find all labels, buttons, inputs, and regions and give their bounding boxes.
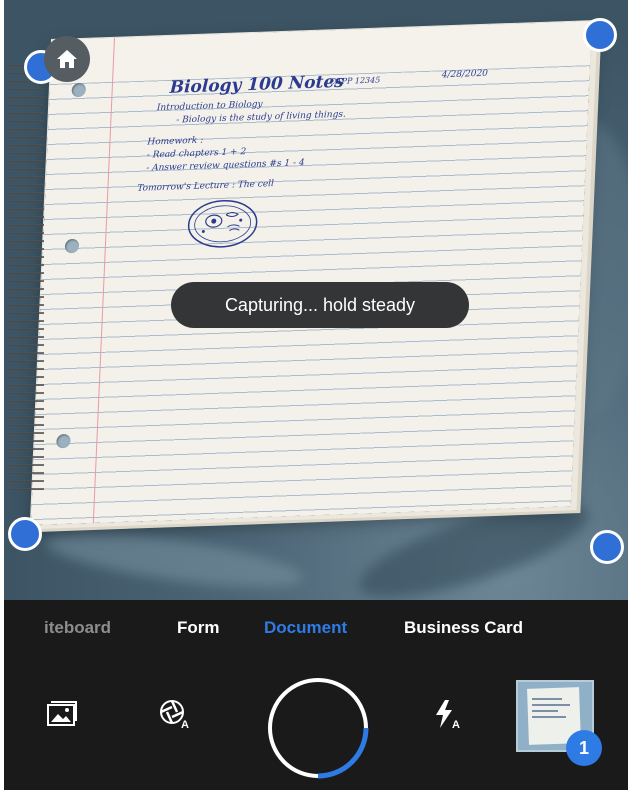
crop-handle-bottom-right[interactable]: [590, 530, 624, 564]
blanket-fold: [42, 522, 306, 598]
svg-text:A: A: [181, 719, 189, 730]
capture-mode-selector: iteboard Form Document Business Card: [4, 618, 628, 642]
note-line: Tomorrow's Lecture : The cell: [137, 179, 275, 194]
thumbnail-line: [532, 710, 558, 712]
capture-toast: Capturing... hold steady: [171, 282, 469, 328]
auto-capture-button[interactable]: A: [154, 696, 196, 732]
shutter-button[interactable]: [266, 676, 370, 780]
note-line: - Biology is the study of living things.: [176, 109, 347, 126]
svg-text:A: A: [452, 719, 460, 730]
shutter-progress-arc: [317, 727, 369, 779]
camera-controls: iteboard Form Document Business Card A A: [4, 600, 628, 790]
notebook-hole: [56, 433, 71, 449]
note-date: 4/28/2020: [441, 68, 489, 81]
home-button[interactable]: [44, 36, 90, 82]
notebook-page: Biology 100 Notes CAPP 12345 4/28/2020 I…: [30, 21, 592, 526]
flash-auto-icon: A: [436, 700, 460, 730]
image-gallery-icon: [47, 701, 77, 726]
thumbnail-line: [532, 716, 566, 718]
thumbnail-line: [532, 704, 570, 706]
note-line: - Read chapters 1 + 2: [146, 147, 247, 161]
note-course-code: CAPP 12345: [329, 75, 381, 87]
crop-handle-bottom-left[interactable]: [8, 517, 42, 551]
notebook-margin-line: [92, 37, 115, 524]
home-icon: [57, 50, 77, 68]
note-line: Introduction to Biology: [156, 99, 263, 114]
note-line: Homework :: [147, 135, 204, 148]
note-line: - Answer review questions #s 1 - 4: [145, 158, 305, 174]
mode-business-card[interactable]: Business Card: [404, 618, 523, 638]
auto-capture-icon: A: [160, 700, 189, 730]
shutter-ring: [268, 678, 369, 779]
notebook-spiral: [10, 60, 44, 490]
gallery-button[interactable]: [42, 696, 82, 732]
notebook-hole: [64, 238, 80, 254]
crop-handle-top-right[interactable]: [583, 18, 617, 52]
notebook-hole: [71, 82, 87, 98]
mode-document[interactable]: Document: [264, 618, 347, 638]
thumbnail-line: [532, 698, 562, 700]
mode-whiteboard[interactable]: iteboard: [44, 618, 111, 638]
flash-button[interactable]: A: [428, 696, 468, 732]
capture-count-badge: 1: [566, 730, 602, 766]
mode-form[interactable]: Form: [177, 618, 220, 638]
cell-sketch: [187, 200, 258, 248]
